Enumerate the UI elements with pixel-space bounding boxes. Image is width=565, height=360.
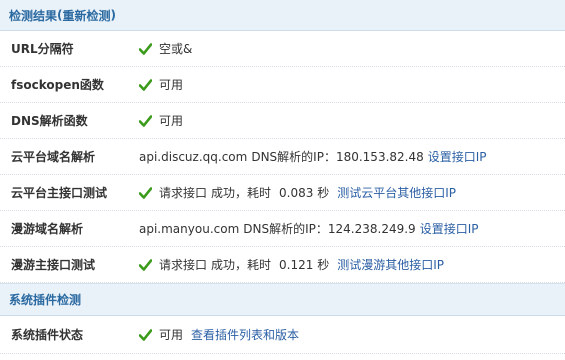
row-label: 云平台域名解析 [11, 150, 96, 164]
plugin-check-title: 系统插件检测 [9, 293, 82, 307]
check-icon [139, 186, 152, 199]
row-dns-function: DNS解析函数 可用 [0, 103, 565, 139]
paren-close: ) [110, 8, 116, 22]
check-results-title: 检测结果 [9, 8, 58, 23]
check-page: 检测结果 ( 重新检测 ) URL分隔符 空或& fsockopen函数 可用 … [0, 0, 565, 360]
check-icon [139, 42, 152, 55]
row-value: 可用 [139, 76, 183, 93]
cloud-host: api.discuz.qq.com [139, 149, 248, 164]
row-cloud-domain: 云平台域名解析 api.discuz.qq.com DNS解析的IP： 180.… [0, 139, 565, 175]
manyou-ip: 124.238.249.9 [327, 221, 416, 236]
cloud-ip: 180.153.82.48 [335, 149, 424, 164]
manyou-test-other-ip-link[interactable]: 测试漫游其他接口IP [337, 256, 444, 273]
row-value: 请求接口 成功，耗时 0.083 秒 测试云平台其他接口IP [139, 184, 456, 201]
check-results-header: 检测结果 ( 重新检测 ) [0, 0, 565, 31]
row-label: URL分隔符 [11, 42, 74, 56]
row-value: api.manyou.com DNS解析的IP： 124.238.249.9 设… [139, 220, 478, 237]
row-value: 可用 [139, 112, 183, 129]
dns-ip-label: DNS解析的IP： [251, 150, 336, 164]
cloud-api-time: 0.083 秒 [279, 186, 330, 200]
check-icon [139, 114, 152, 127]
row-label: 漫游主接口测试 [11, 258, 96, 272]
row-value: 请求接口 成功，耗时 0.121 秒 测试漫游其他接口IP [139, 256, 444, 273]
plugin-status-value: 可用 [159, 328, 184, 342]
row-cloud-api: 云平台主接口测试 请求接口 成功，耗时 0.083 秒 测试云平台其他接口IP [0, 175, 565, 211]
check-icon [139, 328, 152, 341]
row-plugin-status: 系统插件状态 可用 查看插件列表和版本 [0, 316, 565, 354]
row-label: 漫游域名解析 [11, 222, 84, 236]
view-plugin-list-link[interactable]: 查看插件列表和版本 [191, 326, 299, 343]
check-icon [139, 78, 152, 91]
row-fsockopen: fsockopen函数 可用 [0, 67, 565, 103]
cloud-api-status: 成功，耗时 [211, 186, 272, 200]
row-manyou-api: 漫游主接口测试 请求接口 成功，耗时 0.121 秒 测试漫游其他接口IP [0, 247, 565, 283]
manyou-set-ip-link[interactable]: 设置接口IP [420, 220, 479, 237]
cloud-set-ip-link[interactable]: 设置接口IP [428, 148, 487, 165]
row-value: 空或& [139, 40, 192, 57]
manyou-host: api.manyou.com [139, 221, 240, 236]
row-label: DNS解析函数 [11, 114, 88, 128]
row-label: 系统插件状态 [11, 328, 84, 342]
url-separator-value: 空或& [159, 42, 193, 56]
check-icon [139, 258, 152, 271]
row-value: api.discuz.qq.com DNS解析的IP： 180.153.82.4… [139, 148, 487, 165]
row-label: fsockopen函数 [11, 78, 104, 92]
fsockopen-value: 可用 [159, 78, 184, 92]
manyou-api-request: 请求接口 [159, 258, 208, 272]
cloud-test-other-ip-link[interactable]: 测试云平台其他接口IP [337, 184, 456, 201]
row-url-separator: URL分隔符 空或& [0, 31, 565, 67]
dns-function-value: 可用 [159, 114, 184, 128]
dns-ip-label: DNS解析的IP： [243, 222, 328, 236]
plugin-check-header: 系统插件检测 [0, 283, 565, 316]
cloud-api-request: 请求接口 [159, 186, 208, 200]
row-value: 可用 查看插件列表和版本 [139, 326, 299, 343]
row-manyou-domain: 漫游域名解析 api.manyou.com DNS解析的IP： 124.238.… [0, 211, 565, 247]
manyou-api-time: 0.121 秒 [279, 258, 330, 272]
row-label: 云平台主接口测试 [11, 186, 108, 200]
manyou-api-status: 成功，耗时 [211, 258, 272, 272]
recheck-link[interactable]: 重新检测 [63, 7, 111, 24]
